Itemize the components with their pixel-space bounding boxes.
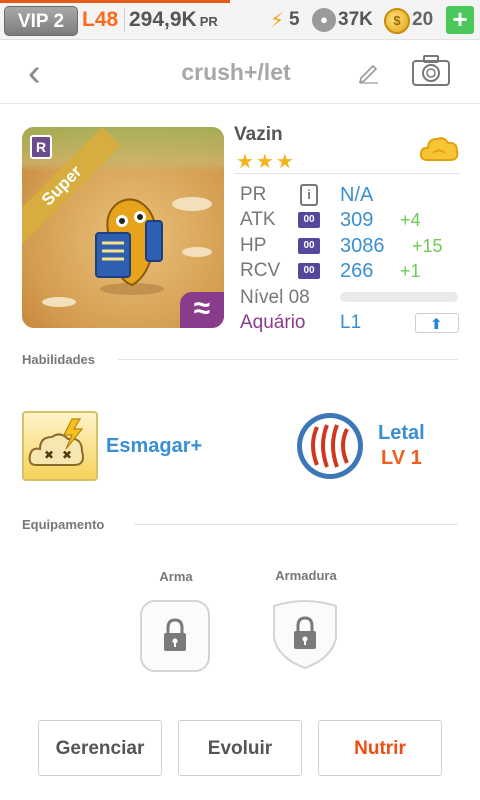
card-stone: [182, 247, 212, 257]
monster-level-label: Nível 08: [240, 287, 310, 308]
stat-hp-badge: 00: [298, 238, 320, 254]
arrow-up-icon: ⬆: [430, 316, 443, 333]
rarity-badge: R: [30, 135, 52, 159]
active-skill-icon[interactable]: ✖ ✖: [22, 411, 98, 481]
stat-hp-label: HP: [240, 235, 267, 256]
coin-icon: $: [384, 8, 410, 34]
element-name: Aquário: [240, 312, 306, 333]
upgrade-button[interactable]: ⬆: [415, 313, 459, 333]
stat-atk-bonus: +4: [400, 210, 421, 230]
stat-pr-value: N/A: [340, 184, 374, 206]
svg-text:✖: ✖: [62, 448, 72, 462]
player-power-unit: PR: [199, 14, 218, 29]
weapon-label: Arma: [159, 569, 193, 584]
equipment-section-divider: [134, 524, 458, 525]
cloud-skill-icon[interactable]: [418, 132, 460, 166]
stat-rcv-value: 266: [340, 260, 374, 282]
monster-card[interactable]: R Super ≈: [22, 127, 224, 328]
stat-rcv-label: RCV: [240, 260, 281, 281]
passive-skill-level: LV 1: [381, 447, 422, 469]
feed-button[interactable]: Nutrir: [318, 720, 442, 776]
stat-hp-bonus: +15: [412, 236, 443, 256]
level-progress-bar: [340, 292, 458, 302]
active-skill-name[interactable]: Esmagar+: [106, 435, 202, 458]
card-grass-background: [22, 127, 224, 172]
stat-hp-value: 3086: [340, 235, 385, 257]
svg-text:✖: ✖: [44, 448, 54, 462]
player-power: 294,9K PR: [129, 8, 218, 32]
edit-pencil-icon[interactable]: [356, 60, 382, 84]
skills-section-title: Habilidades: [22, 352, 95, 367]
info-divider: [234, 173, 460, 174]
paw-food-icon: ●: [312, 8, 336, 32]
skills-section-divider: [118, 359, 458, 360]
stat-atk-badge: 00: [298, 212, 320, 228]
weapon-slot-locked[interactable]: [140, 600, 210, 672]
page-title: crush+/let: [181, 59, 291, 85]
claw-passive-icon[interactable]: [295, 411, 365, 481]
stat-atk-label: ATK: [240, 209, 276, 230]
page-header: ‹ crush+/let: [0, 40, 480, 104]
water-element-icon: ≈: [180, 292, 224, 328]
coins-value: 20: [412, 9, 434, 30]
crush-skill-icon: ✖ ✖: [28, 418, 84, 466]
stat-rcv-badge: 00: [298, 263, 320, 279]
monster-name: Vazin: [234, 124, 283, 145]
manage-button[interactable]: Gerenciar: [38, 720, 162, 776]
element-level: L1: [340, 312, 362, 333]
evolve-button[interactable]: Evoluir: [178, 720, 302, 776]
stat-atk-value: 309: [340, 209, 374, 231]
passive-skill-name[interactable]: Letal: [378, 422, 425, 445]
info-icon[interactable]: i: [300, 184, 318, 206]
food-value: 37K: [338, 9, 373, 30]
status-accent-bar: [0, 0, 230, 3]
camera-icon[interactable]: [411, 54, 451, 88]
stat-pr-label: PR: [240, 184, 267, 205]
status-bar: VIP 2 L48 294,9K PR ⚡ 5 ● 37K $ 20 +: [0, 0, 480, 40]
energy-icon: ⚡: [270, 10, 285, 32]
vip-badge[interactable]: VIP 2: [4, 6, 78, 36]
stat-rcv-bonus: +1: [400, 261, 421, 281]
card-stone: [42, 297, 76, 307]
monster-stars: ★★★: [236, 151, 296, 173]
add-coins-button[interactable]: +: [446, 6, 474, 34]
status-divider: [124, 8, 125, 32]
player-power-value: 294,9K: [129, 8, 197, 31]
energy-value: 5: [289, 9, 300, 30]
equipment-section-title: Equipamento: [22, 517, 105, 532]
armor-label: Armadura: [275, 568, 337, 583]
monster-creature-image: [95, 198, 164, 295]
armor-slot-locked[interactable]: [270, 598, 340, 670]
player-level: L48: [82, 8, 119, 31]
